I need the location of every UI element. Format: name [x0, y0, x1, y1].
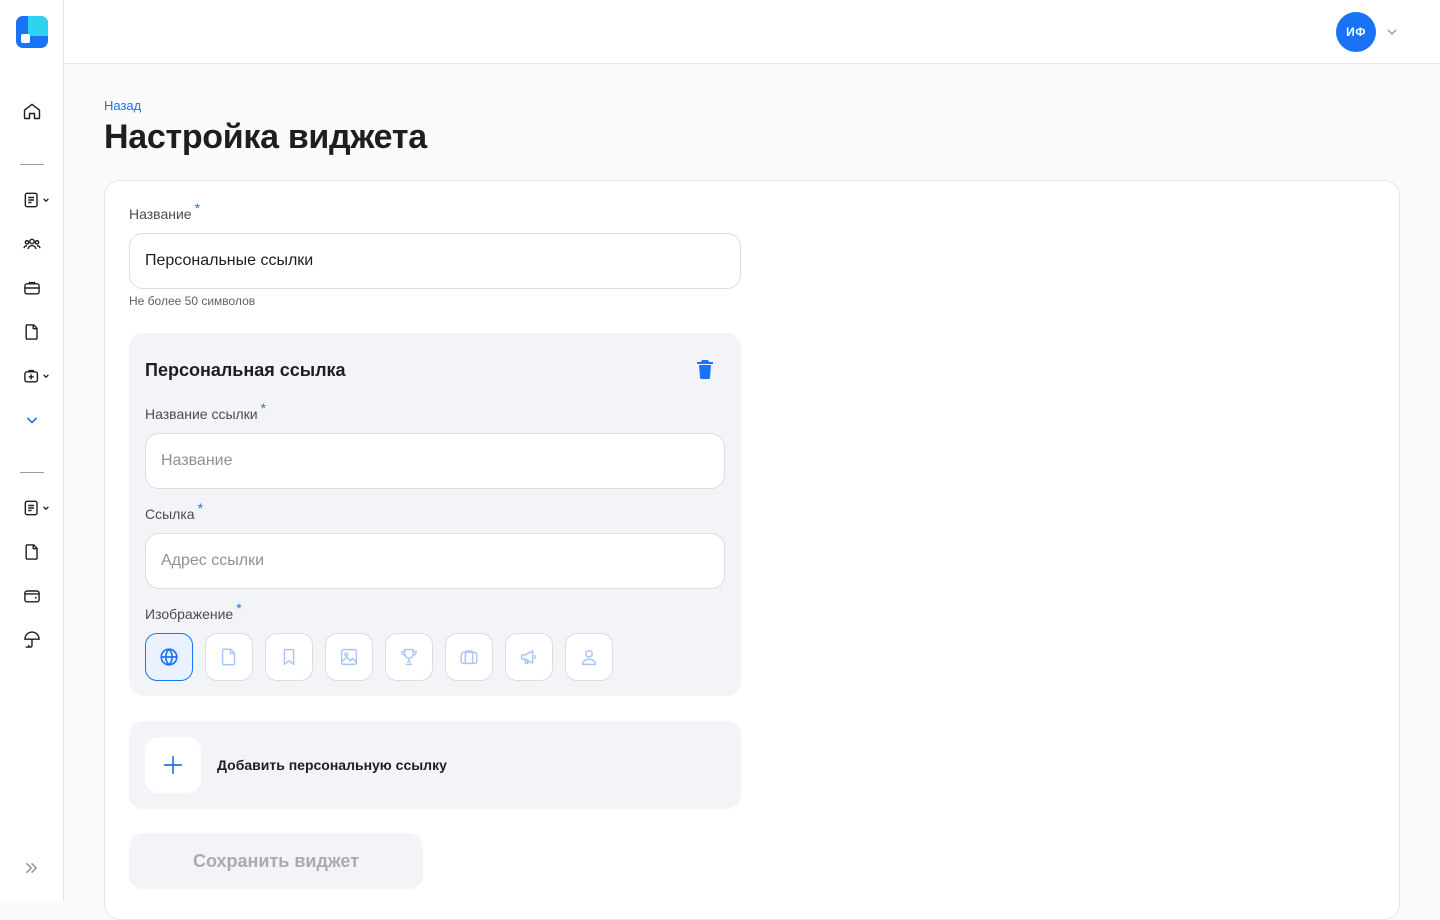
sidebar-item-documents-group[interactable] — [14, 182, 50, 218]
personal-link-title: Персональная ссылка — [145, 360, 346, 380]
image-icon — [340, 648, 358, 666]
required-mark: * — [236, 600, 242, 616]
trash-icon[interactable] — [693, 357, 717, 381]
double-chevron-right-icon — [26, 863, 38, 873]
sidebar-item-files[interactable] — [14, 314, 50, 350]
wallet-icon — [24, 590, 40, 603]
name-field-label: Название * — [129, 200, 201, 222]
required-mark: * — [197, 500, 204, 516]
image-option-bookmark[interactable] — [265, 633, 313, 681]
link-url-input[interactable] — [145, 533, 725, 589]
sidebar-item-wallet[interactable] — [14, 578, 50, 614]
save-widget-button[interactable]: Сохранить виджет — [129, 833, 423, 889]
link-name-label: Название ссылки * — [145, 400, 267, 422]
plus-icon — [163, 755, 183, 775]
bookmark-icon — [283, 648, 295, 666]
file-icon — [25, 324, 38, 340]
list-document-icon — [24, 500, 38, 516]
image-option-user[interactable] — [565, 633, 613, 681]
medkit-icon — [24, 369, 39, 383]
file-icon — [221, 648, 236, 666]
file-icon — [25, 544, 38, 560]
add-link-button[interactable] — [145, 737, 201, 793]
link-name-input[interactable] — [145, 433, 725, 489]
required-mark: * — [260, 400, 267, 416]
globe-icon — [160, 648, 178, 666]
widget-settings-card: Название* Не более 50 символов Персональ… — [104, 180, 1400, 920]
sidebar-item-home[interactable] — [14, 93, 50, 129]
link-url-label: Ссылка * — [145, 500, 204, 522]
name-field-hint: Не более 50 символов — [129, 294, 256, 308]
sidebar-expand-more[interactable] — [14, 402, 50, 438]
top-bar: ИФ — [64, 0, 1440, 64]
users-icon — [23, 238, 41, 250]
chevron-down-icon — [43, 374, 49, 379]
chevron-down-icon[interactable] — [1384, 24, 1400, 40]
image-label: Изображение * — [145, 600, 242, 622]
image-option-trophy[interactable] — [385, 633, 433, 681]
image-option-megaphone[interactable] — [505, 633, 553, 681]
image-option-file[interactable] — [205, 633, 253, 681]
add-link-panel[interactable]: Добавить персональную ссылку — [129, 721, 741, 809]
sidebar — [0, 0, 64, 901]
widget-name-input[interactable] — [129, 233, 741, 289]
sidebar-item-benefits-group[interactable] — [14, 358, 50, 394]
image-option-globe[interactable] — [145, 633, 193, 681]
add-link-label: Добавить персональную ссылку — [217, 757, 447, 773]
sidebar-item-files-2[interactable] — [14, 534, 50, 570]
back-link[interactable]: Назад — [104, 98, 141, 113]
required-mark: * — [194, 200, 201, 216]
chevron-down-icon — [43, 198, 49, 203]
nav-divider — [20, 472, 44, 473]
nav-divider — [20, 164, 44, 165]
home-icon — [23, 103, 41, 120]
chevron-down-icon — [27, 417, 38, 424]
list-document-icon — [24, 192, 38, 208]
sidebar-item-team[interactable] — [14, 226, 50, 262]
image-option-image[interactable] — [325, 633, 373, 681]
user-icon — [581, 649, 597, 666]
briefcase-icon — [460, 650, 478, 665]
trophy-icon — [401, 648, 417, 666]
user-avatar[interactable]: ИФ — [1336, 12, 1376, 52]
umbrella-icon — [24, 631, 40, 648]
personal-link-block: Персональная ссылка Название ссылки* Ссы… — [129, 333, 741, 696]
page-title: Настройка виджета — [104, 118, 427, 156]
chevron-down-icon — [43, 506, 49, 511]
app-logo[interactable] — [16, 16, 48, 48]
megaphone-icon — [520, 650, 536, 665]
briefcase-icon — [24, 281, 40, 295]
sidebar-collapse-toggle[interactable] — [14, 850, 50, 886]
sidebar-item-work[interactable] — [14, 270, 50, 306]
sidebar-item-vacation[interactable] — [14, 622, 50, 658]
image-option-briefcase[interactable] — [445, 633, 493, 681]
sidebar-item-reports-group[interactable] — [14, 490, 50, 526]
